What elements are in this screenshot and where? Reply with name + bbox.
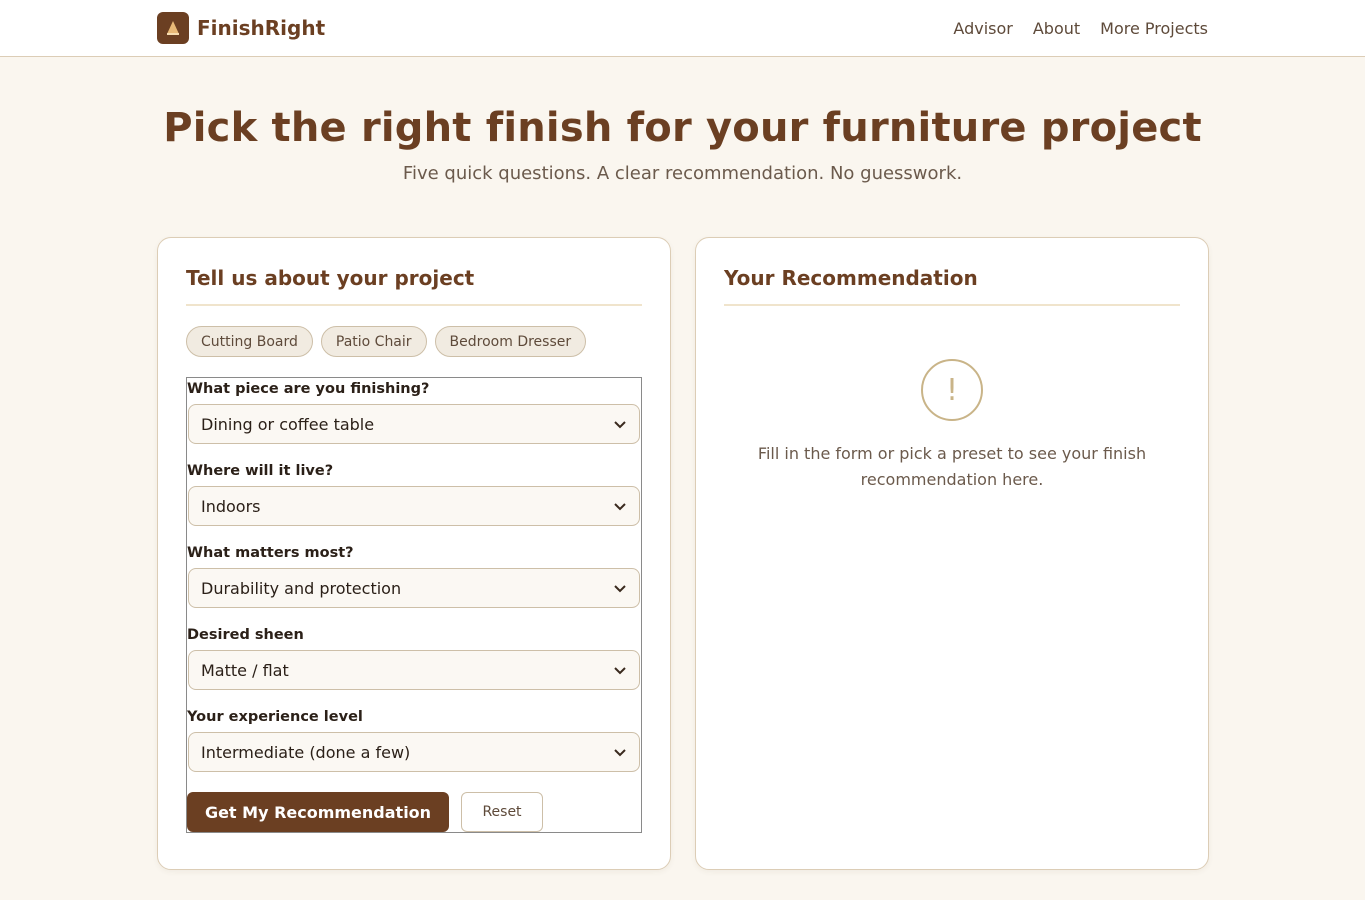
chevron-down-icon	[614, 585, 626, 593]
chevron-down-icon	[614, 667, 626, 675]
experience-select[interactable]: Intermediate (done a few)	[188, 732, 640, 772]
hero: Pick the right finish for your furniture…	[0, 57, 1365, 184]
preset-cutting-board[interactable]: Cutting Board	[186, 326, 313, 357]
brand-name: FinishRight	[197, 16, 326, 40]
get-recommendation-button[interactable]: Get My Recommendation	[187, 792, 449, 832]
nav-link-more-projects[interactable]: More Projects	[1100, 19, 1208, 38]
form-actions: Get My Recommendation Reset	[187, 792, 641, 832]
page-subtitle: Five quick questions. A clear recommenda…	[402, 163, 963, 184]
cone-logo-icon	[157, 12, 189, 44]
location-select-value: Indoors	[201, 496, 261, 516]
project-form: What piece are you finishing? Dining or …	[186, 377, 642, 833]
nav-link-advisor[interactable]: Advisor	[953, 19, 1012, 38]
nav-link-about[interactable]: About	[1033, 19, 1080, 38]
project-form-card: Tell us about your project Cutting Board…	[157, 237, 671, 870]
priority-select-value: Durability and protection	[201, 578, 402, 598]
piece-select-value: Dining or coffee table	[201, 414, 375, 434]
piece-select[interactable]: Dining or coffee table	[188, 404, 640, 444]
preset-bedroom-dresser[interactable]: Bedroom Dresser	[434, 326, 587, 357]
main-nav: Advisor About More Projects	[953, 19, 1208, 38]
sheen-select[interactable]: Matte / flat	[188, 650, 640, 690]
form-card-title: Tell us about your project	[186, 266, 642, 306]
top-bar: FinishRight Advisor About More Projects	[0, 0, 1365, 57]
cards-row: Tell us about your project Cutting Board…	[157, 237, 1209, 870]
experience-label: Your experience level	[187, 709, 363, 725]
priority-label: What matters most?	[187, 545, 354, 561]
empty-state: ! Fill in the form or pick a preset to s…	[724, 359, 1180, 493]
preset-patio-chair[interactable]: Patio Chair	[320, 326, 427, 357]
experience-select-value: Intermediate (done a few)	[201, 742, 411, 762]
exclamation-icon: !	[921, 359, 983, 421]
empty-state-text: Fill in the form or pick a preset to see…	[757, 444, 1147, 489]
preset-chips: Cutting Board Patio Chair Bedroom Dresse…	[186, 326, 642, 357]
chevron-down-icon	[614, 503, 626, 511]
priority-select[interactable]: Durability and protection	[188, 568, 640, 608]
chevron-down-icon	[614, 421, 626, 429]
reset-button[interactable]: Reset	[461, 792, 543, 832]
chevron-down-icon	[614, 749, 626, 757]
location-select[interactable]: Indoors	[188, 486, 640, 526]
sheen-select-value: Matte / flat	[201, 660, 289, 680]
location-label: Where will it live?	[187, 463, 334, 479]
recommendation-card: Your Recommendation ! Fill in the form o…	[695, 237, 1209, 870]
piece-label: What piece are you finishing?	[187, 381, 430, 397]
recommendation-card-title: Your Recommendation	[724, 266, 1180, 306]
brand[interactable]: FinishRight	[157, 12, 325, 44]
sheen-label: Desired sheen	[187, 627, 304, 643]
page-title: Pick the right finish for your furniture…	[163, 105, 1202, 151]
